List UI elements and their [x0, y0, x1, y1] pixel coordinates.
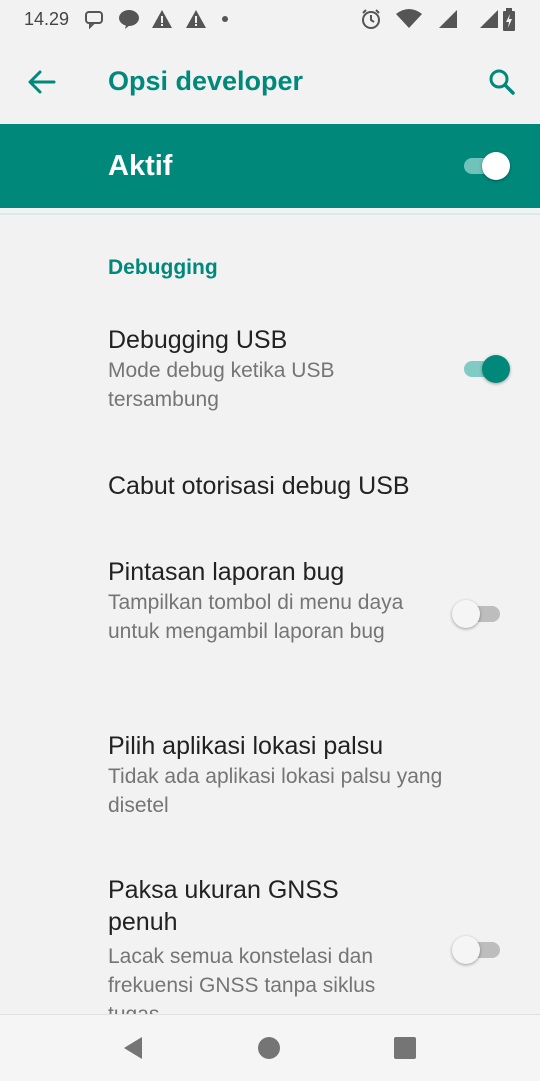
search-icon [489, 69, 515, 95]
pref-title: Cabut otorisasi debug USB [108, 472, 410, 500]
wifi-icon [396, 9, 422, 28]
navigation-bar [0, 1014, 540, 1081]
line-app-icon [119, 10, 139, 29]
toggle-thumb [452, 600, 480, 628]
pref-title: Debugging USB [108, 326, 288, 354]
circle-home-icon[interactable] [257, 1036, 281, 1060]
pref-title: Paksa ukuran GNSS penuh [108, 876, 339, 936]
chat-bubble-icon [85, 11, 103, 30]
page-title: Opsi developer [108, 66, 304, 96]
master-switch-bar[interactable]: Aktif [0, 124, 540, 208]
arrow-left-icon [28, 70, 56, 94]
notification-dot-icon [222, 16, 228, 22]
pref-revoke-usb-auth[interactable]: Cabut otorisasi debug USB [108, 470, 508, 502]
pref-summary: Mode debug ketika USB tersambung [108, 359, 335, 411]
search-button[interactable] [482, 62, 522, 102]
toggle-thumb [482, 355, 510, 383]
signal-icon [439, 10, 457, 28]
alarm-icon [362, 9, 380, 29]
gnss-toggle[interactable] [452, 936, 502, 964]
master-switch-label: Aktif [108, 150, 173, 182]
pref-summary: Lacak semua konstelasi dan frekuensi GNS… [108, 945, 376, 1014]
pref-summary: Tidak ada aplikasi lokasi palsu yang dis… [108, 765, 443, 817]
pref-summary: Tampilkan tombol di menu daya untuk meng… [108, 591, 404, 643]
app-bar: Opsi developer [0, 40, 540, 124]
usb-debugging-toggle[interactable] [462, 355, 512, 383]
status-time: 14.29 [24, 9, 70, 29]
pref-mock-location-app[interactable]: Pilih aplikasi lokasi palsu Tidak ada ap… [108, 730, 508, 820]
square-recents-icon[interactable] [393, 1036, 417, 1060]
pref-title: Pilih aplikasi lokasi palsu [108, 732, 384, 760]
status-bar: 14.29 [0, 0, 540, 40]
pref-usb-debugging[interactable]: Debugging USB Mode debug ketika USB ters… [108, 324, 438, 414]
bug-report-toggle[interactable] [452, 600, 502, 628]
warning-icon [152, 10, 172, 28]
pref-force-full-gnss[interactable]: Paksa ukuran GNSS penuh Lacak semua kons… [108, 874, 408, 1014]
toggle-thumb [452, 936, 480, 964]
triangle-back-icon[interactable] [120, 1035, 146, 1061]
pref-bug-report-shortcut[interactable]: Pintasan laporan bug Tampilkan tombol di… [108, 556, 408, 646]
divider [0, 213, 540, 215]
signal-icon [480, 10, 498, 28]
warning-icon [186, 10, 206, 28]
master-toggle-thumb [482, 152, 510, 180]
back-button[interactable] [22, 62, 62, 102]
section-header-debugging: Debugging [108, 256, 218, 279]
master-toggle[interactable] [462, 152, 512, 180]
battery-icon [503, 8, 515, 31]
pref-title: Pintasan laporan bug [108, 558, 345, 586]
